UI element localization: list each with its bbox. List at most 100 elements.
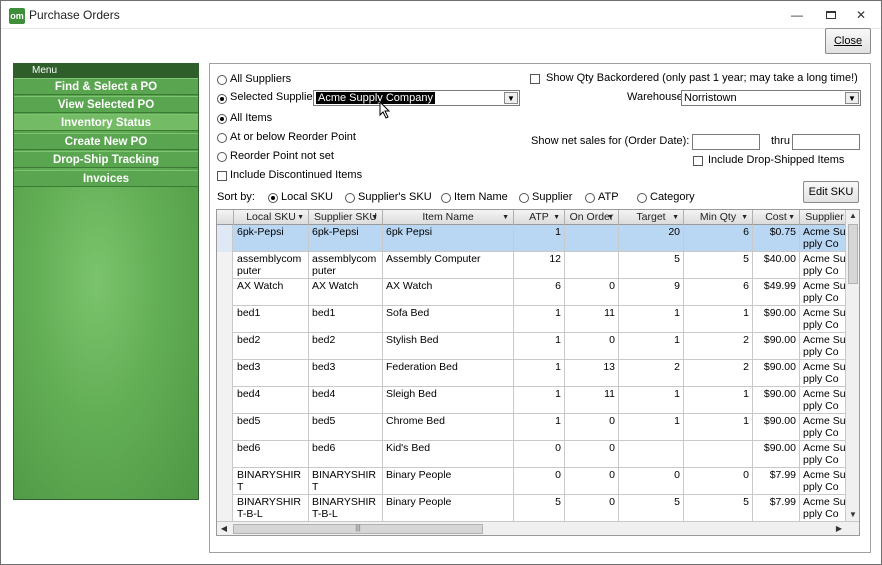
row-indicator[interactable] <box>217 468 233 495</box>
all-suppliers-radio[interactable] <box>217 75 227 85</box>
cost-cell[interactable]: $40.00 <box>753 252 800 279</box>
supplier-sku-cell[interactable]: bed4 <box>309 387 383 414</box>
supplier-sku-cell[interactable]: 6pk-Pepsi <box>309 225 383 252</box>
local-sku-cell[interactable]: 6pk-Pepsi <box>234 225 309 252</box>
atp-cell[interactable]: 1 <box>514 387 565 414</box>
horizontal-scroll-thumb[interactable]: ||| <box>233 524 483 534</box>
table-row[interactable]: BINARYSHIRT-B-L BINARYSHIRT-B-L Binary Peo… <box>217 495 850 522</box>
close-button[interactable]: Close <box>825 28 871 54</box>
on-order-cell[interactable]: 0 <box>565 495 619 522</box>
on-order-cell[interactable] <box>565 225 619 252</box>
table-row[interactable]: 6pk-Pepsi 6pk-Pepsi 6pk Pepsi 1 20 6 $0.75 Acme… <box>217 225 850 252</box>
atp-cell[interactable]: 0 <box>514 441 565 468</box>
target-cell[interactable]: 9 <box>619 279 684 306</box>
minimize-icon[interactable]: — <box>789 7 805 23</box>
local-sku-cell[interactable]: bed2 <box>234 333 309 360</box>
sort-item-name-radio[interactable] <box>441 193 451 203</box>
supplier-cell[interactable]: Acme Supply Company <box>800 495 850 522</box>
atp-cell[interactable]: 5 <box>514 495 565 522</box>
supplier-cell[interactable]: Acme Supply Company <box>800 333 850 360</box>
row-indicator[interactable] <box>217 333 233 360</box>
table-row[interactable]: bed2 bed2 Stylish Bed 1 0 1 2 $90.00 Acme Supply… <box>217 333 850 360</box>
item-name-cell[interactable]: Assembly Computer <box>383 252 514 279</box>
edit-sku-button[interactable]: Edit SKU <box>803 181 859 203</box>
cost-cell[interactable]: $90.00 <box>753 414 800 441</box>
col-atp[interactable]: ATP ▼ <box>514 210 565 225</box>
row-indicator[interactable] <box>217 495 233 522</box>
table-row[interactable]: bed6bed6Kid's Bed00$90.00Acme Supply Com… <box>217 441 850 468</box>
supplier-sku-cell[interactable]: BINARYSHIRT <box>309 468 383 495</box>
on-order-cell[interactable]: 0 <box>565 468 619 495</box>
table-row[interactable]: bed3 bed3 Federation Bed 1 13 2 2 $90.00 Acme Su… <box>217 360 850 387</box>
local-sku-cell[interactable]: BINARYSHIRT <box>234 468 309 495</box>
target-cell[interactable]: 1 <box>619 387 684 414</box>
target-cell[interactable]: 1 <box>619 414 684 441</box>
min-qty-cell[interactable]: 5 <box>684 495 753 522</box>
close-window-icon[interactable]: ✕ <box>853 7 869 23</box>
supplier-sku-cell[interactable]: assemblycomputer <box>309 252 383 279</box>
target-cell[interactable]: 5 <box>619 252 684 279</box>
supplier-cell[interactable]: Acme Supply Company <box>800 360 850 387</box>
min-qty-cell[interactable]: 5 <box>684 252 753 279</box>
local-sku-cell[interactable]: AX Watch <box>234 279 309 306</box>
row-indicator[interactable] <box>217 279 233 306</box>
menu-item-create-new-po[interactable]: Create New PO <box>14 133 198 150</box>
menu-item-view-selected-po[interactable]: View Selected PO <box>14 96 198 113</box>
supplier-sku-cell[interactable]: bed3 <box>309 360 383 387</box>
target-cell[interactable] <box>619 441 684 468</box>
atp-cell[interactable]: 12 <box>514 252 565 279</box>
item-name-cell[interactable]: 6pk Pepsi <box>383 225 514 252</box>
min-qty-cell[interactable] <box>684 441 753 468</box>
row-indicator[interactable] <box>217 387 233 414</box>
item-name-cell[interactable]: Kid's Bed <box>383 441 514 468</box>
table-row[interactable]: bed1 bed1 Sofa Bed 1 11 1 1 $90.00 Acme Supply C… <box>217 306 850 333</box>
on-order-cell[interactable]: 13 <box>565 360 619 387</box>
table-row[interactable]: BINARYSHIRT BINARYSHIRT Binary People 0 0 0 0 $… <box>217 468 850 495</box>
table-row[interactable]: AX Watch AX Watch AX Watch 6 0 9 6 $49.99 Acme S… <box>217 279 850 306</box>
local-sku-cell[interactable]: bed1 <box>234 306 309 333</box>
row-indicator[interactable] <box>217 306 233 333</box>
supplier-cell[interactable]: Acme Supply Company <box>800 414 850 441</box>
item-name-cell[interactable]: Binary People <box>383 495 514 522</box>
selected-supplier-radio[interactable] <box>217 94 227 104</box>
menu-item-invoices[interactable]: Invoices <box>14 170 198 187</box>
menu-item-find-select-po[interactable]: Find & Select a PO <box>14 78 198 95</box>
on-order-cell[interactable]: 0 <box>565 279 619 306</box>
cost-cell[interactable]: $7.99 <box>753 495 800 522</box>
supplier-sku-cell[interactable]: bed2 <box>309 333 383 360</box>
include-dropshipped-checkbox[interactable] <box>693 156 703 166</box>
min-qty-cell[interactable]: 2 <box>684 360 753 387</box>
min-qty-cell[interactable]: 0 <box>684 468 753 495</box>
col-target[interactable]: Target ▼ <box>619 210 684 225</box>
col-item-name[interactable]: Item Name ▼ <box>383 210 514 225</box>
on-order-cell[interactable]: 11 <box>565 387 619 414</box>
vertical-scroll-thumb[interactable] <box>848 224 858 284</box>
supplier-sku-cell[interactable]: AX Watch <box>309 279 383 306</box>
table-row[interactable]: assemblycomputer assemblycomputer Assembly… <box>217 252 850 279</box>
item-name-cell[interactable]: AX Watch <box>383 279 514 306</box>
row-indicator[interactable] <box>217 414 233 441</box>
item-name-cell[interactable]: Federation Bed <box>383 360 514 387</box>
item-name-cell[interactable]: Chrome Bed <box>383 414 514 441</box>
atp-cell[interactable]: 1 <box>514 414 565 441</box>
scroll-up-icon[interactable]: ▲ <box>847 210 859 222</box>
local-sku-cell[interactable]: bed4 <box>234 387 309 414</box>
cost-cell[interactable]: $7.99 <box>753 468 800 495</box>
table-row[interactable]: bed4 bed4 Sleigh Bed 1 11 1 1 $90.00 Acme Supply… <box>217 387 850 414</box>
show-backordered-checkbox[interactable] <box>530 74 540 84</box>
chevron-down-icon[interactable]: ▼ <box>845 92 859 104</box>
min-qty-cell[interactable]: 1 <box>684 414 753 441</box>
cost-cell[interactable]: $90.00 <box>753 333 800 360</box>
col-supplier[interactable]: Supplier <box>800 210 850 225</box>
supplier-sku-cell[interactable]: bed5 <box>309 414 383 441</box>
target-cell[interactable]: 1 <box>619 333 684 360</box>
atp-cell[interactable]: 1 <box>514 225 565 252</box>
min-qty-cell[interactable]: 1 <box>684 387 753 414</box>
sort-atp-radio[interactable] <box>585 193 595 203</box>
cost-cell[interactable]: $90.00 <box>753 387 800 414</box>
atp-cell[interactable]: 6 <box>514 279 565 306</box>
row-indicator[interactable] <box>217 441 233 468</box>
item-name-cell[interactable]: Stylish Bed <box>383 333 514 360</box>
supplier-cell[interactable]: Acme Supply Company <box>800 468 850 495</box>
row-indicator[interactable] <box>217 360 233 387</box>
